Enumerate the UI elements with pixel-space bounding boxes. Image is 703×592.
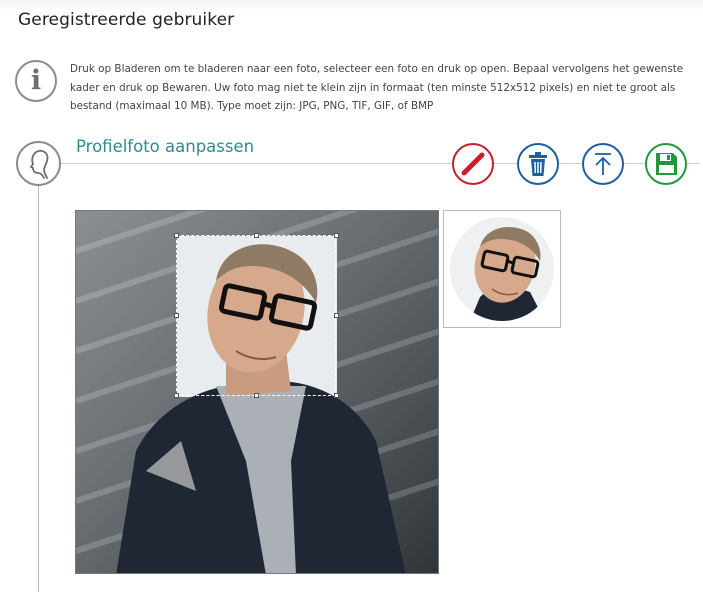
- avatar-preview: [450, 217, 554, 321]
- avatar-preview-frame: [443, 210, 561, 328]
- crop-handle-left[interactable]: [174, 313, 179, 318]
- section-title: Profielfoto aanpassen: [76, 137, 255, 156]
- page-title: Geregistreerde gebruiker: [18, 10, 235, 30]
- upload-button[interactable]: [582, 143, 624, 185]
- pencil-icon: [461, 152, 485, 176]
- floppy-disk-icon: [656, 153, 677, 175]
- crop-handle-top-right[interactable]: [334, 233, 339, 238]
- section-timeline-line: [38, 185, 39, 592]
- trash-icon: [529, 152, 547, 176]
- profile-head-icon: [16, 141, 61, 186]
- delete-button[interactable]: [517, 143, 559, 185]
- save-button[interactable]: [645, 143, 687, 185]
- crop-handle-bottom-right[interactable]: [334, 393, 339, 398]
- crop-handle-bottom[interactable]: [254, 393, 259, 398]
- edit-button[interactable]: [452, 143, 494, 185]
- crop-handle-bottom-left[interactable]: [174, 393, 179, 398]
- info-text: Druk op Bladeren om te bladeren naar een…: [70, 63, 684, 112]
- crop-handle-top[interactable]: [254, 233, 259, 238]
- upload-icon: [595, 153, 611, 175]
- crop-handle-top-left[interactable]: [174, 233, 179, 238]
- crop-handle-right[interactable]: [334, 313, 339, 318]
- crop-selection[interactable]: [176, 235, 336, 396]
- info-icon: i: [15, 60, 57, 102]
